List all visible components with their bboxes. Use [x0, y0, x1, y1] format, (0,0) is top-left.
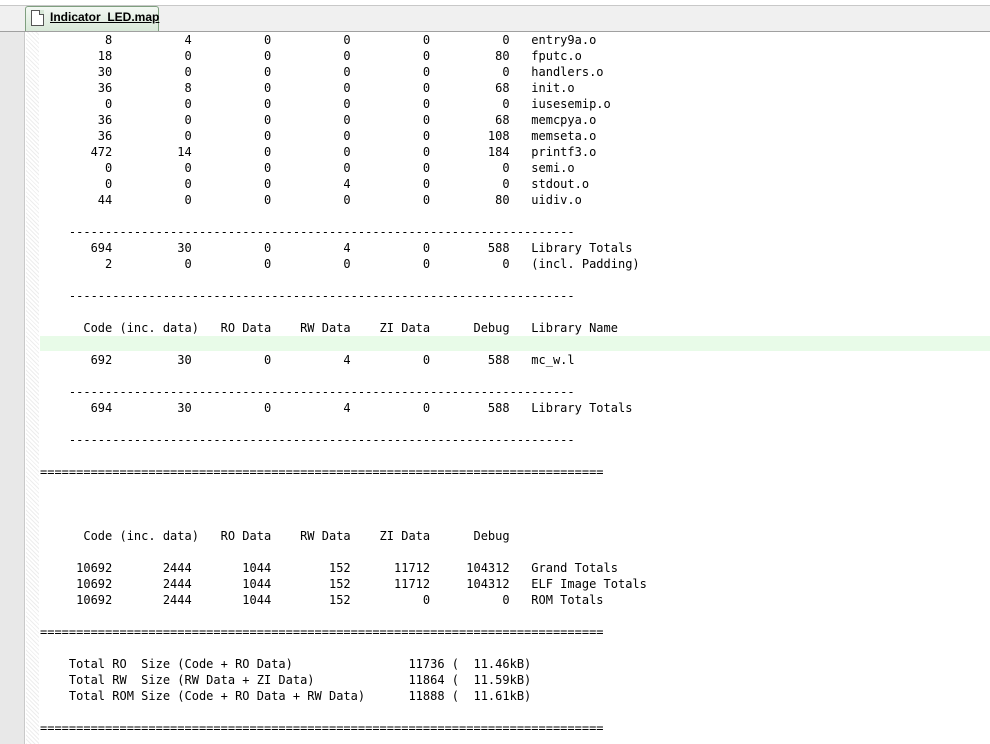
text-line[interactable]: 10692 2444 1044 152 11712 104312 ELF Ima… — [40, 576, 990, 592]
text-line[interactable]: 0 0 0 0 0 0 iusesemip.o — [40, 96, 990, 112]
fold-margin — [26, 32, 39, 744]
document-icon — [31, 10, 44, 26]
text-line[interactable] — [40, 272, 990, 288]
text-line[interactable] — [40, 512, 990, 528]
text-line[interactable]: 0 0 0 0 0 0 semi.o — [40, 160, 990, 176]
text-line[interactable]: 36 0 0 0 0 108 memseta.o — [40, 128, 990, 144]
text-line[interactable] — [40, 336, 990, 352]
text-line[interactable]: ========================================… — [40, 464, 990, 480]
file-tab[interactable]: Indicator_LED.map — [25, 6, 159, 31]
text-line[interactable]: 694 30 0 4 0 588 Library Totals — [40, 240, 990, 256]
text-line[interactable]: 0 0 0 4 0 0 stdout.o — [40, 176, 990, 192]
text-line[interactable]: ========================================… — [40, 720, 990, 736]
file-tab-label: Indicator_LED.map — [50, 10, 160, 24]
text-line[interactable]: 30 0 0 0 0 0 handlers.o — [40, 64, 990, 80]
text-line[interactable]: 8 4 0 0 0 0 entry9a.o — [40, 32, 990, 48]
text-line[interactable]: 10692 2444 1044 152 0 0 ROM Totals — [40, 592, 990, 608]
text-line[interactable]: ----------------------------------------… — [40, 288, 990, 304]
text-line[interactable] — [40, 544, 990, 560]
text-line[interactable] — [40, 304, 990, 320]
line-number-gutter — [0, 32, 25, 744]
text-line[interactable] — [40, 704, 990, 720]
text-line[interactable] — [40, 416, 990, 432]
editor-content[interactable]: 8 4 0 0 0 0 entry9a.o 18 0 0 0 0 80 fput… — [40, 32, 990, 736]
text-line[interactable] — [40, 608, 990, 624]
text-line[interactable]: Total RW Size (RW Data + ZI Data) 11864 … — [40, 672, 990, 688]
text-line[interactable]: ----------------------------------------… — [40, 224, 990, 240]
text-line[interactable] — [40, 208, 990, 224]
text-line[interactable] — [40, 368, 990, 384]
text-line[interactable]: Code (inc. data) RO Data RW Data ZI Data… — [40, 528, 990, 544]
text-line[interactable]: 10692 2444 1044 152 11712 104312 Grand T… — [40, 560, 990, 576]
text-line[interactable]: 2 0 0 0 0 0 (incl. Padding) — [40, 256, 990, 272]
text-line[interactable]: 36 8 0 0 0 68 init.o — [40, 80, 990, 96]
text-line[interactable]: 694 30 0 4 0 588 Library Totals — [40, 400, 990, 416]
tab-bar: Indicator_LED.map — [0, 0, 990, 32]
text-line[interactable] — [40, 480, 990, 496]
text-line[interactable]: ----------------------------------------… — [40, 384, 990, 400]
text-line[interactable]: Code (inc. data) RO Data RW Data ZI Data… — [40, 320, 990, 336]
text-line[interactable]: 472 14 0 0 0 184 printf3.o — [40, 144, 990, 160]
text-line[interactable]: 44 0 0 0 0 80 uidiv.o — [40, 192, 990, 208]
text-line[interactable]: Total ROM Size (Code + RO Data + RW Data… — [40, 688, 990, 704]
text-line[interactable]: Total RO Size (Code + RO Data) 11736 ( 1… — [40, 656, 990, 672]
text-line[interactable]: ----------------------------------------… — [40, 432, 990, 448]
text-line[interactable]: ========================================… — [40, 624, 990, 640]
text-line[interactable] — [40, 448, 990, 464]
text-line[interactable]: 18 0 0 0 0 80 fputc.o — [40, 48, 990, 64]
text-line[interactable]: 36 0 0 0 0 68 memcpya.o — [40, 112, 990, 128]
text-line[interactable] — [40, 496, 990, 512]
text-line[interactable] — [40, 640, 990, 656]
text-line[interactable]: 692 30 0 4 0 588 mc_w.l — [40, 352, 990, 368]
text-editor[interactable]: 8 4 0 0 0 0 entry9a.o 18 0 0 0 0 80 fput… — [0, 32, 990, 744]
